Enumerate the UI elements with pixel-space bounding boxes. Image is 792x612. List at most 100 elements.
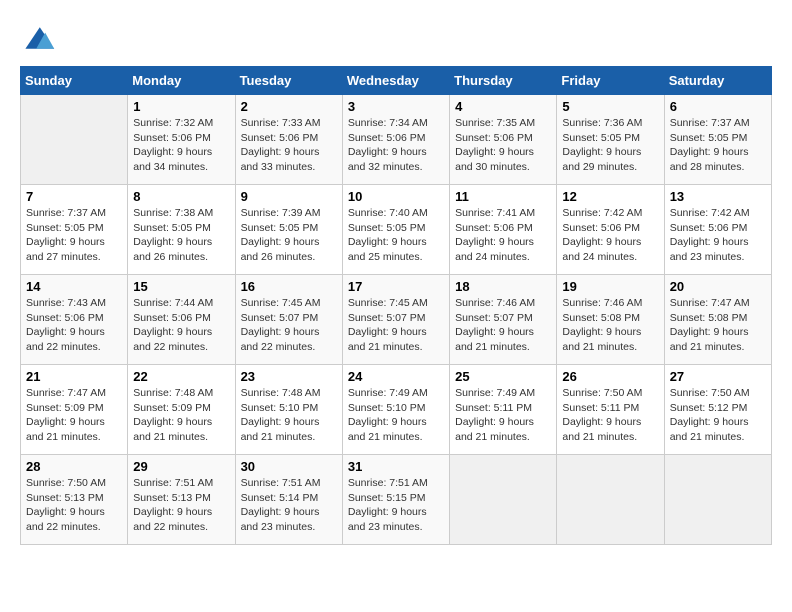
day-number: 30	[241, 459, 337, 474]
sunset-label: Sunset: 5:06 PM	[455, 132, 533, 144]
daylight-label: Daylight: 9 hours and 27 minutes.	[26, 236, 105, 263]
day-info: Sunrise: 7:47 AM Sunset: 5:09 PM Dayligh…	[26, 386, 122, 445]
sunrise-label: Sunrise: 7:50 AM	[26, 477, 106, 489]
calendar-cell: 13 Sunrise: 7:42 AM Sunset: 5:06 PM Dayl…	[664, 185, 771, 275]
day-number: 24	[348, 369, 444, 384]
daylight-label: Daylight: 9 hours and 21 minutes.	[455, 416, 534, 443]
day-number: 5	[562, 99, 658, 114]
sunrise-label: Sunrise: 7:37 AM	[670, 117, 750, 129]
sunrise-label: Sunrise: 7:39 AM	[241, 207, 321, 219]
day-info: Sunrise: 7:35 AM Sunset: 5:06 PM Dayligh…	[455, 116, 551, 175]
sunrise-label: Sunrise: 7:34 AM	[348, 117, 428, 129]
sunrise-label: Sunrise: 7:51 AM	[241, 477, 321, 489]
page-header	[20, 20, 772, 56]
calendar-cell: 28 Sunrise: 7:50 AM Sunset: 5:13 PM Dayl…	[21, 455, 128, 545]
sunrise-label: Sunrise: 7:48 AM	[133, 387, 213, 399]
sunset-label: Sunset: 5:06 PM	[348, 132, 426, 144]
sunset-label: Sunset: 5:08 PM	[562, 312, 640, 324]
sunset-label: Sunset: 5:05 PM	[670, 132, 748, 144]
day-info: Sunrise: 7:50 AM Sunset: 5:11 PM Dayligh…	[562, 386, 658, 445]
day-info: Sunrise: 7:36 AM Sunset: 5:05 PM Dayligh…	[562, 116, 658, 175]
day-number: 21	[26, 369, 122, 384]
day-number: 7	[26, 189, 122, 204]
sunset-label: Sunset: 5:10 PM	[348, 402, 426, 414]
calendar-cell: 1 Sunrise: 7:32 AM Sunset: 5:06 PM Dayli…	[128, 95, 235, 185]
day-number: 6	[670, 99, 766, 114]
sunset-label: Sunset: 5:06 PM	[133, 132, 211, 144]
sunset-label: Sunset: 5:15 PM	[348, 492, 426, 504]
day-number: 10	[348, 189, 444, 204]
daylight-label: Daylight: 9 hours and 22 minutes.	[133, 506, 212, 533]
sunrise-label: Sunrise: 7:35 AM	[455, 117, 535, 129]
sunrise-label: Sunrise: 7:47 AM	[670, 297, 750, 309]
sunrise-label: Sunrise: 7:50 AM	[670, 387, 750, 399]
daylight-label: Daylight: 9 hours and 24 minutes.	[455, 236, 534, 263]
day-number: 1	[133, 99, 229, 114]
sunrise-label: Sunrise: 7:43 AM	[26, 297, 106, 309]
calendar-cell: 15 Sunrise: 7:44 AM Sunset: 5:06 PM Dayl…	[128, 275, 235, 365]
day-number: 16	[241, 279, 337, 294]
day-info: Sunrise: 7:42 AM Sunset: 5:06 PM Dayligh…	[670, 206, 766, 265]
day-info: Sunrise: 7:48 AM Sunset: 5:09 PM Dayligh…	[133, 386, 229, 445]
weekday-sunday: Sunday	[21, 67, 128, 95]
calendar-cell	[21, 95, 128, 185]
calendar-week-4: 21 Sunrise: 7:47 AM Sunset: 5:09 PM Dayl…	[21, 365, 772, 455]
sunrise-label: Sunrise: 7:45 AM	[348, 297, 428, 309]
day-number: 9	[241, 189, 337, 204]
sunrise-label: Sunrise: 7:46 AM	[455, 297, 535, 309]
calendar-cell: 23 Sunrise: 7:48 AM Sunset: 5:10 PM Dayl…	[235, 365, 342, 455]
day-number: 23	[241, 369, 337, 384]
daylight-label: Daylight: 9 hours and 33 minutes.	[241, 146, 320, 173]
daylight-label: Daylight: 9 hours and 21 minutes.	[562, 416, 641, 443]
calendar-cell: 12 Sunrise: 7:42 AM Sunset: 5:06 PM Dayl…	[557, 185, 664, 275]
daylight-label: Daylight: 9 hours and 21 minutes.	[670, 326, 749, 353]
day-info: Sunrise: 7:33 AM Sunset: 5:06 PM Dayligh…	[241, 116, 337, 175]
calendar-table: SundayMondayTuesdayWednesdayThursdayFrid…	[20, 66, 772, 545]
day-info: Sunrise: 7:51 AM Sunset: 5:13 PM Dayligh…	[133, 476, 229, 535]
day-number: 31	[348, 459, 444, 474]
calendar-week-1: 1 Sunrise: 7:32 AM Sunset: 5:06 PM Dayli…	[21, 95, 772, 185]
weekday-thursday: Thursday	[450, 67, 557, 95]
calendar-cell	[450, 455, 557, 545]
sunrise-label: Sunrise: 7:37 AM	[26, 207, 106, 219]
day-info: Sunrise: 7:34 AM Sunset: 5:06 PM Dayligh…	[348, 116, 444, 175]
day-number: 19	[562, 279, 658, 294]
day-number: 26	[562, 369, 658, 384]
day-info: Sunrise: 7:45 AM Sunset: 5:07 PM Dayligh…	[241, 296, 337, 355]
day-info: Sunrise: 7:37 AM Sunset: 5:05 PM Dayligh…	[670, 116, 766, 175]
calendar-cell: 16 Sunrise: 7:45 AM Sunset: 5:07 PM Dayl…	[235, 275, 342, 365]
day-info: Sunrise: 7:42 AM Sunset: 5:06 PM Dayligh…	[562, 206, 658, 265]
daylight-label: Daylight: 9 hours and 34 minutes.	[133, 146, 212, 173]
calendar-week-5: 28 Sunrise: 7:50 AM Sunset: 5:13 PM Dayl…	[21, 455, 772, 545]
sunset-label: Sunset: 5:09 PM	[133, 402, 211, 414]
calendar-cell: 21 Sunrise: 7:47 AM Sunset: 5:09 PM Dayl…	[21, 365, 128, 455]
daylight-label: Daylight: 9 hours and 21 minutes.	[133, 416, 212, 443]
calendar-cell: 5 Sunrise: 7:36 AM Sunset: 5:05 PM Dayli…	[557, 95, 664, 185]
day-info: Sunrise: 7:41 AM Sunset: 5:06 PM Dayligh…	[455, 206, 551, 265]
day-info: Sunrise: 7:44 AM Sunset: 5:06 PM Dayligh…	[133, 296, 229, 355]
day-number: 13	[670, 189, 766, 204]
sunset-label: Sunset: 5:05 PM	[348, 222, 426, 234]
day-number: 8	[133, 189, 229, 204]
calendar-cell: 3 Sunrise: 7:34 AM Sunset: 5:06 PM Dayli…	[342, 95, 449, 185]
calendar-cell: 6 Sunrise: 7:37 AM Sunset: 5:05 PM Dayli…	[664, 95, 771, 185]
sunset-label: Sunset: 5:06 PM	[133, 312, 211, 324]
logo-icon	[20, 20, 56, 56]
sunset-label: Sunset: 5:05 PM	[241, 222, 319, 234]
daylight-label: Daylight: 9 hours and 22 minutes.	[26, 506, 105, 533]
day-info: Sunrise: 7:40 AM Sunset: 5:05 PM Dayligh…	[348, 206, 444, 265]
daylight-label: Daylight: 9 hours and 21 minutes.	[348, 326, 427, 353]
calendar-cell: 2 Sunrise: 7:33 AM Sunset: 5:06 PM Dayli…	[235, 95, 342, 185]
day-number: 3	[348, 99, 444, 114]
sunrise-label: Sunrise: 7:46 AM	[562, 297, 642, 309]
sunset-label: Sunset: 5:12 PM	[670, 402, 748, 414]
day-info: Sunrise: 7:49 AM Sunset: 5:10 PM Dayligh…	[348, 386, 444, 445]
sunset-label: Sunset: 5:07 PM	[455, 312, 533, 324]
calendar-cell: 9 Sunrise: 7:39 AM Sunset: 5:05 PM Dayli…	[235, 185, 342, 275]
daylight-label: Daylight: 9 hours and 21 minutes.	[670, 416, 749, 443]
sunset-label: Sunset: 5:13 PM	[26, 492, 104, 504]
sunrise-label: Sunrise: 7:44 AM	[133, 297, 213, 309]
calendar-week-2: 7 Sunrise: 7:37 AM Sunset: 5:05 PM Dayli…	[21, 185, 772, 275]
sunset-label: Sunset: 5:07 PM	[241, 312, 319, 324]
sunset-label: Sunset: 5:11 PM	[562, 402, 639, 414]
